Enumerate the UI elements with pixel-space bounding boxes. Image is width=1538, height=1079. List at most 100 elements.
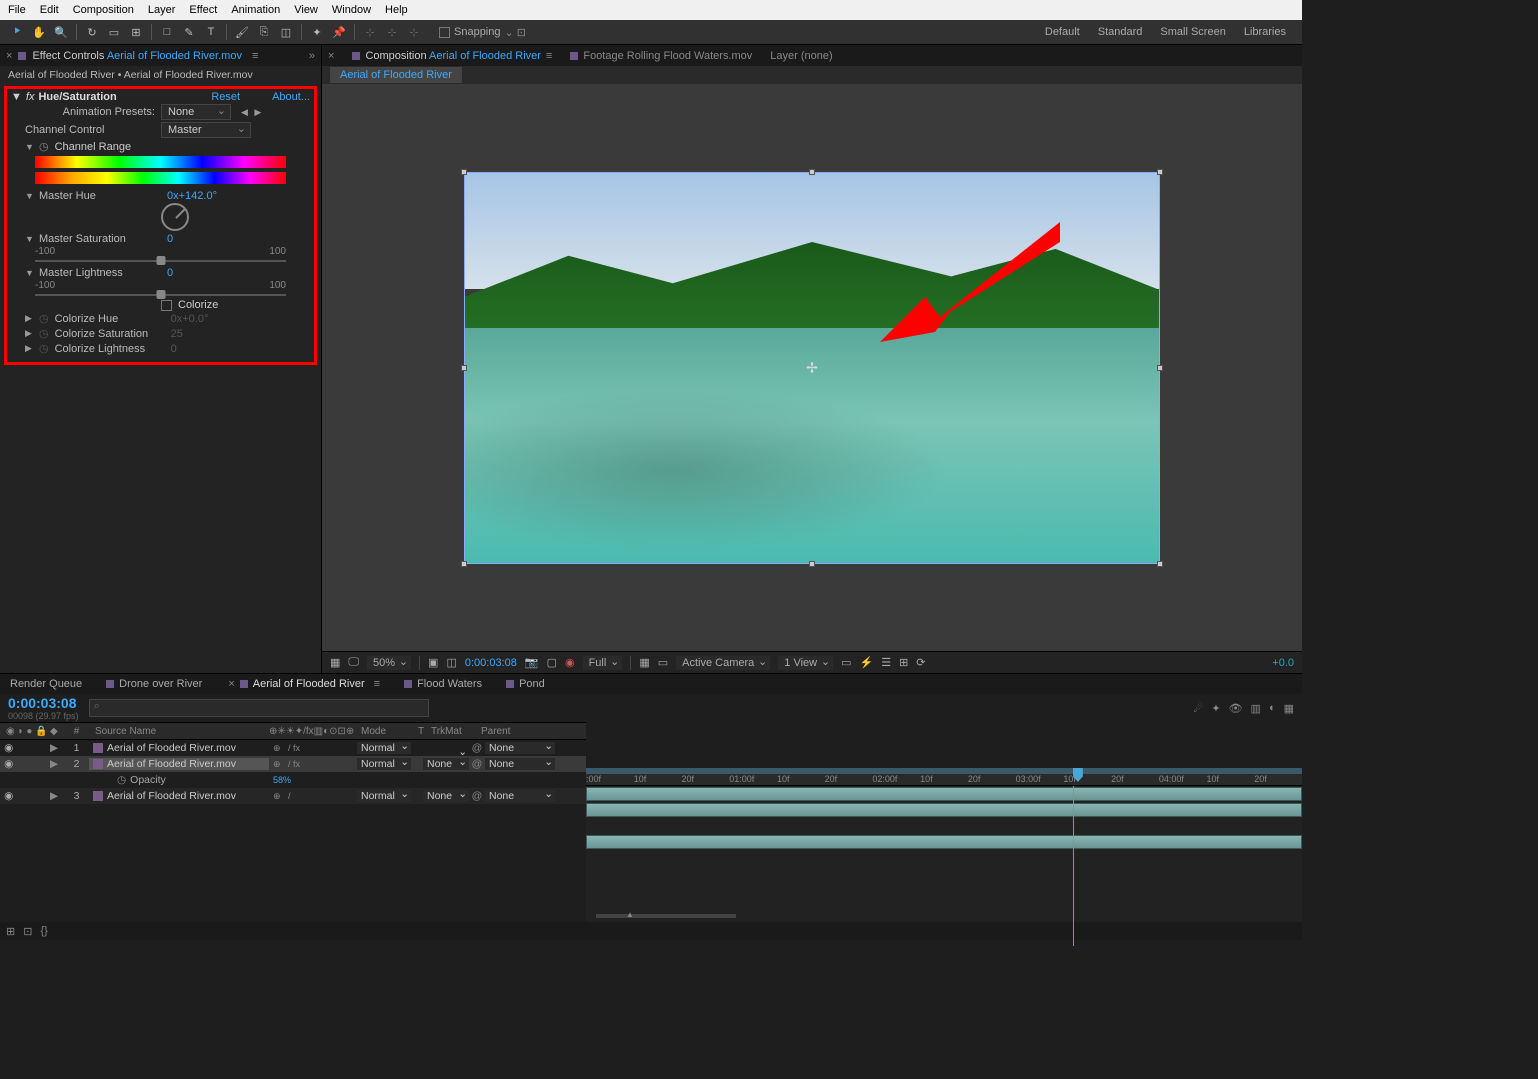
roto-tool-icon[interactable]: ✦ bbox=[308, 23, 326, 41]
tab-aerial[interactable]: ×Aerial of Flooded River≡ bbox=[226, 678, 380, 690]
stopwatch-icon[interactable]: ◷ bbox=[117, 774, 126, 786]
handle-icon[interactable] bbox=[461, 561, 467, 567]
toggle-alpha-icon[interactable]: ▣ bbox=[428, 656, 438, 669]
track-area[interactable] bbox=[586, 786, 1302, 946]
menu-effect[interactable]: Effect bbox=[189, 4, 217, 16]
layer-name[interactable]: Aerial of Flooded River.mov bbox=[89, 758, 269, 770]
workspace-default[interactable]: Default bbox=[1045, 26, 1080, 38]
tab-pond[interactable]: Pond bbox=[506, 678, 545, 690]
handle-icon[interactable] bbox=[1157, 169, 1163, 175]
comp-mini-flowchart-icon[interactable]: ☄ bbox=[1193, 702, 1203, 715]
time-ruler[interactable]: :00f10f20f01:00f10f20f02:00f10f20f03:00f… bbox=[586, 768, 1302, 786]
handle-icon[interactable] bbox=[1157, 561, 1163, 567]
canvas[interactable]: ✢ bbox=[464, 172, 1160, 564]
menu-window[interactable]: Window bbox=[332, 4, 371, 16]
tab-drone[interactable]: Drone over River bbox=[106, 678, 202, 690]
pickwhip-icon[interactable]: @ bbox=[469, 790, 485, 802]
menu-view[interactable]: View bbox=[294, 4, 318, 16]
composition-viewer[interactable]: ✢ bbox=[322, 84, 1302, 651]
visibility-icon[interactable]: ◉ bbox=[2, 742, 15, 754]
close-icon[interactable]: × bbox=[228, 678, 234, 690]
blend-mode-dropdown[interactable]: Normal bbox=[357, 742, 411, 754]
trkmat-dropdown[interactable]: None bbox=[423, 790, 469, 802]
brush-tool-icon[interactable]: 🖌 bbox=[233, 23, 251, 41]
anim-presets-dropdown[interactable]: None bbox=[161, 104, 231, 120]
home-icon[interactable]: ⯈ bbox=[8, 23, 26, 41]
handle-icon[interactable] bbox=[461, 365, 467, 371]
view-axis-icon[interactable]: ⊹ bbox=[405, 23, 423, 41]
col-parent[interactable]: Parent bbox=[477, 726, 567, 737]
playhead-line[interactable] bbox=[1073, 786, 1074, 946]
reset-link[interactable]: Reset bbox=[211, 91, 240, 103]
col-mode[interactable]: Mode bbox=[357, 726, 415, 737]
time-zoom-slider[interactable] bbox=[596, 914, 736, 918]
col-num[interactable]: # bbox=[64, 726, 89, 737]
channel-range-strip[interactable] bbox=[35, 156, 286, 168]
effect-name[interactable]: Hue/Saturation bbox=[38, 91, 116, 103]
graph-editor-icon[interactable]: ▦ bbox=[1284, 702, 1294, 715]
colorize-checkbox[interactable] bbox=[161, 300, 172, 311]
layer-switches[interactable]: ⊕ / fx bbox=[269, 743, 357, 754]
pan-behind-icon[interactable]: ⊞ bbox=[127, 23, 145, 41]
stopwatch-icon[interactable]: ◷ bbox=[39, 140, 49, 153]
parent-dropdown[interactable]: None bbox=[485, 790, 555, 802]
visibility-icon[interactable]: ◉ bbox=[2, 758, 15, 770]
resolution-dropdown[interactable]: Full bbox=[583, 656, 623, 670]
layer-switches[interactable]: ⊕ / bbox=[269, 791, 357, 802]
menu-animation[interactable]: Animation bbox=[231, 4, 280, 16]
sat-slider[interactable] bbox=[35, 260, 286, 262]
show-snapshot-icon[interactable]: ▢ bbox=[547, 656, 557, 669]
mask-icon[interactable]: ▭ bbox=[658, 656, 668, 669]
layer-name[interactable]: Aerial of Flooded River.mov bbox=[89, 790, 269, 802]
clone-tool-icon[interactable]: ⎘ bbox=[255, 23, 273, 41]
brackets-icon[interactable]: {} bbox=[40, 925, 47, 937]
footage-tab[interactable]: Footage Rolling Flood Waters.mov bbox=[570, 50, 752, 62]
channel-range-strip-2[interactable] bbox=[35, 172, 286, 184]
slider-thumb-icon[interactable] bbox=[156, 290, 165, 299]
grid-icon[interactable]: ▦ bbox=[330, 656, 340, 669]
toggle-switches-icon[interactable]: ⊞ bbox=[6, 925, 15, 938]
snapshot-icon[interactable]: 📷 bbox=[525, 656, 539, 669]
layer-row[interactable]: ◉ ▶ 3 Aerial of Flooded River.mov ⊕ / No… bbox=[0, 788, 586, 804]
anchor-point-icon[interactable]: ✢ bbox=[806, 359, 818, 376]
menu-edit[interactable]: Edit bbox=[40, 4, 59, 16]
region-icon[interactable]: ◫ bbox=[446, 656, 456, 669]
channel-control-dropdown[interactable]: Master bbox=[161, 122, 251, 138]
blend-mode-dropdown[interactable]: Normal bbox=[357, 758, 411, 770]
about-link[interactable]: About... bbox=[272, 91, 310, 103]
text-tool-icon[interactable]: T bbox=[202, 23, 220, 41]
menu-layer[interactable]: Layer bbox=[148, 4, 176, 16]
panel-menu-icon[interactable]: ≡ bbox=[252, 50, 258, 62]
visibility-icon[interactable]: ◉ bbox=[2, 790, 15, 802]
disclosure-icon[interactable]: ▼ bbox=[25, 268, 33, 278]
layer-tab[interactable]: Layer (none) bbox=[770, 50, 832, 62]
puppet-tool-icon[interactable]: 📌 bbox=[330, 23, 348, 41]
twirl-icon[interactable]: ▶ bbox=[50, 742, 64, 754]
col-trkmat[interactable]: TrkMat bbox=[427, 726, 477, 737]
handle-icon[interactable] bbox=[1157, 365, 1163, 371]
timeline-right[interactable]: :00f10f20f01:00f10f20f02:00f10f20f03:00f… bbox=[586, 768, 1302, 922]
disclosure-icon[interactable]: ▼ bbox=[25, 191, 33, 201]
layer-bar[interactable] bbox=[586, 787, 1302, 801]
timeline-icon[interactable]: ☰ bbox=[881, 656, 891, 669]
menu-help[interactable]: Help bbox=[385, 4, 408, 16]
workspace-small[interactable]: Small Screen bbox=[1160, 26, 1225, 38]
panel-menu-icon[interactable]: ≡ bbox=[546, 50, 552, 62]
close-icon[interactable]: × bbox=[6, 50, 12, 62]
layer-name[interactable]: Aerial of Flooded River.mov bbox=[89, 742, 269, 754]
comp-subtab-active[interactable]: Aerial of Flooded River bbox=[330, 67, 462, 83]
menu-composition[interactable]: Composition bbox=[73, 4, 134, 16]
camera-dropdown[interactable]: Active Camera bbox=[676, 656, 770, 670]
disclosure-icon[interactable]: ▼ bbox=[25, 234, 33, 244]
fast-preview-icon[interactable]: ⚡ bbox=[860, 656, 874, 669]
frame-blend-icon[interactable]: ▥ bbox=[1251, 702, 1261, 715]
workspace-standard[interactable]: Standard bbox=[1098, 26, 1143, 38]
layer-bar[interactable] bbox=[586, 835, 1302, 849]
menu-file[interactable]: File bbox=[8, 4, 26, 16]
col-source-name[interactable]: Source Name bbox=[89, 726, 269, 737]
reset-exposure-icon[interactable]: ⟳ bbox=[916, 656, 925, 669]
handle-icon[interactable] bbox=[809, 169, 815, 175]
tab-flood[interactable]: Flood Waters bbox=[404, 678, 482, 690]
hue-dial[interactable] bbox=[161, 203, 189, 231]
close-icon[interactable]: × bbox=[328, 50, 334, 62]
